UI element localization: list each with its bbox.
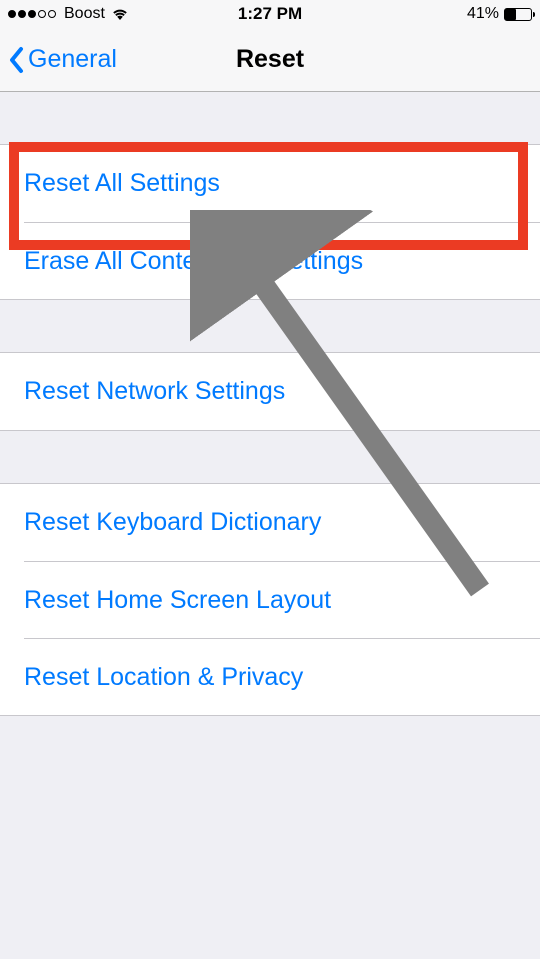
row-reset-keyboard-dictionary[interactable]: Reset Keyboard Dictionary: [0, 484, 540, 561]
battery-percentage: 41%: [467, 5, 499, 23]
back-button[interactable]: General: [8, 45, 117, 74]
row-label: Erase All Content and Settings: [24, 247, 363, 276]
battery-fill: [505, 9, 516, 20]
row-reset-location-privacy[interactable]: Reset Location & Privacy: [24, 638, 540, 715]
chevron-left-icon: [8, 46, 24, 74]
row-label: Reset Location & Privacy: [24, 663, 303, 692]
row-reset-home-screen[interactable]: Reset Home Screen Layout: [24, 561, 540, 638]
settings-group: Reset Network Settings: [0, 352, 540, 431]
row-label: Reset Network Settings: [24, 377, 285, 406]
page-title: Reset: [236, 45, 304, 74]
carrier-label: Boost: [64, 5, 105, 23]
row-label: Reset All Settings: [24, 169, 220, 198]
back-label: General: [28, 45, 117, 74]
row-label: Reset Keyboard Dictionary: [24, 508, 321, 537]
battery-icon: [504, 8, 532, 21]
signal-strength-icon: [8, 10, 56, 18]
wifi-icon: [111, 7, 129, 21]
row-reset-all-settings[interactable]: Reset All Settings: [0, 145, 540, 222]
settings-group: Reset Keyboard Dictionary Reset Home Scr…: [0, 483, 540, 716]
row-erase-all-content[interactable]: Erase All Content and Settings: [24, 222, 540, 299]
row-reset-network[interactable]: Reset Network Settings: [0, 353, 540, 430]
status-bar: Boost 1:27 PM 41%: [0, 0, 540, 28]
status-left: Boost: [8, 5, 129, 23]
row-label: Reset Home Screen Layout: [24, 586, 331, 615]
settings-group: Reset All Settings Erase All Content and…: [0, 144, 540, 300]
clock: 1:27 PM: [238, 4, 302, 24]
navigation-bar: General Reset: [0, 28, 540, 92]
status-right: 41%: [467, 5, 532, 23]
